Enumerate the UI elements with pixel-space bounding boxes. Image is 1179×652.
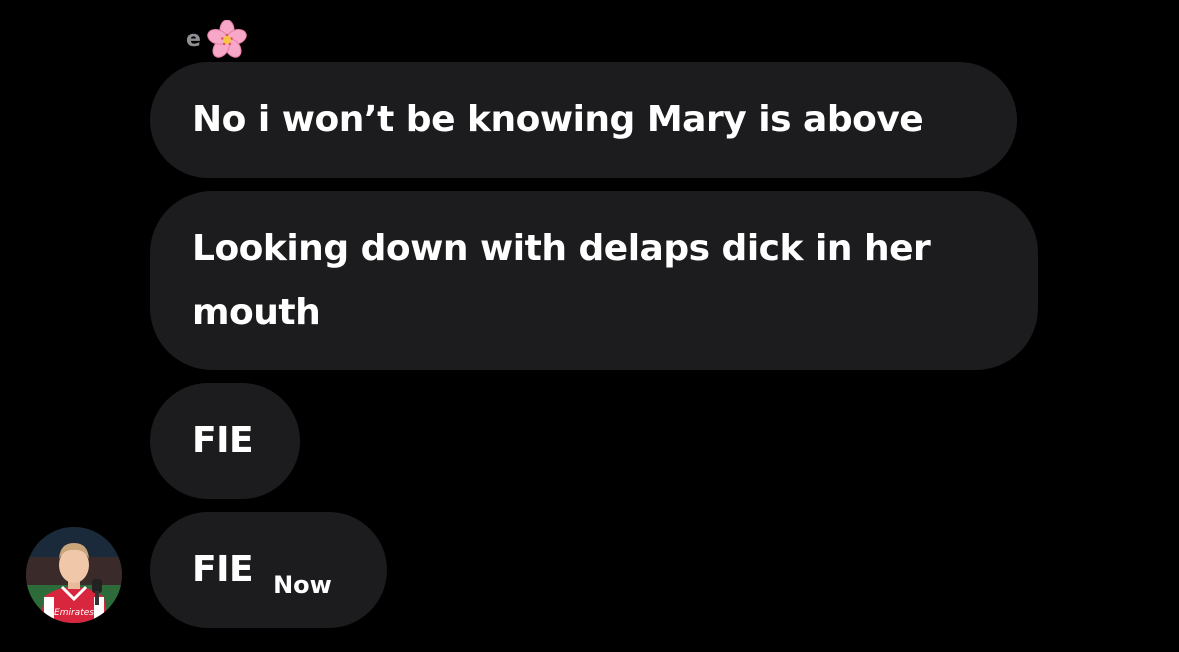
sender-header: e [186, 20, 247, 60]
message-text: No i won’t be knowing Mary is above [192, 99, 924, 140]
message-bubble[interactable]: Looking down with delaps dick in her mou… [150, 191, 1038, 370]
cherry-blossom-icon [207, 20, 247, 58]
avatar[interactable]: Emirates [26, 527, 122, 623]
message-text: FIE [192, 549, 254, 590]
sender-name: e [186, 27, 201, 52]
avatar-image: Emirates [26, 527, 122, 623]
message-timestamp: Now [273, 571, 332, 599]
message-bubble[interactable]: No i won’t be knowing Mary is above [150, 62, 1017, 178]
message-text: Looking down with delaps dick in her mou… [192, 227, 931, 333]
avatar-shirt-text: Emirates [54, 608, 94, 618]
message-text: FIE [192, 420, 254, 461]
message-bubble[interactable]: FIE Now [150, 512, 387, 628]
message-bubble[interactable]: FIE [150, 383, 300, 499]
